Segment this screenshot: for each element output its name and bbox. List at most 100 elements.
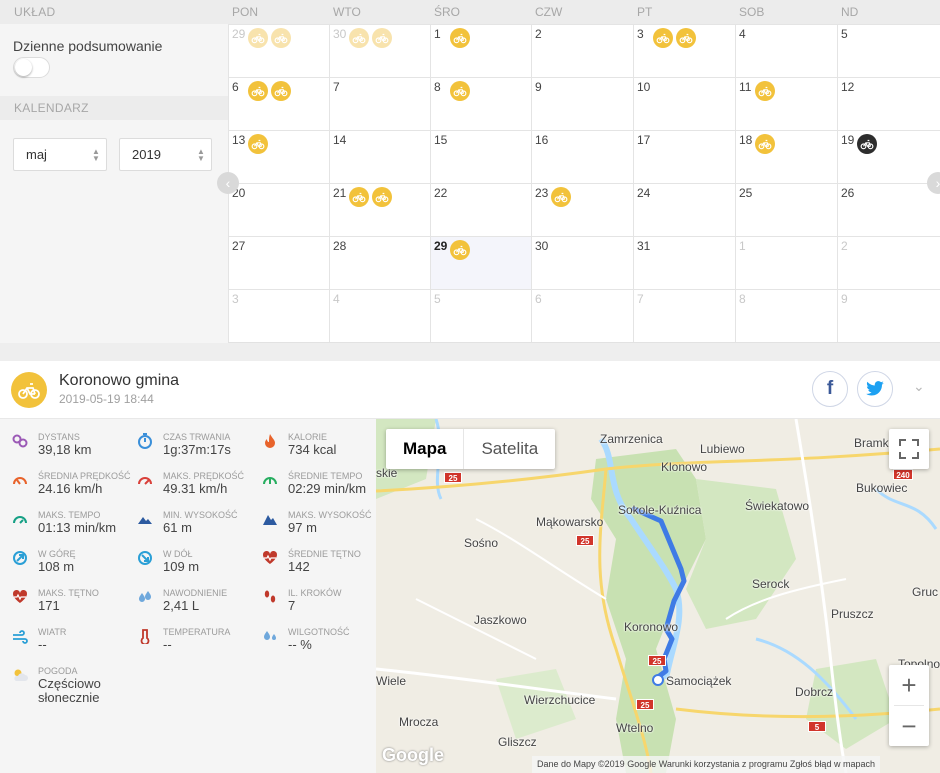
calendar-day-cell[interactable]: 2: [531, 24, 633, 77]
cycling-activity-icon[interactable]: [551, 187, 571, 207]
cycling-activity-icon[interactable]: [248, 81, 268, 101]
calendar-day-cell[interactable]: 16: [531, 130, 633, 183]
calendar-day-cell[interactable]: 8: [735, 289, 837, 342]
calendar-day-cell[interactable]: 2: [837, 236, 940, 289]
avg-heart-rate-icon: [262, 550, 278, 564]
day-number: 30: [333, 27, 347, 41]
calendar-day-cell[interactable]: 20: [228, 183, 329, 236]
calendar-day-cell[interactable]: 27: [228, 236, 329, 289]
calendar-day-cell[interactable]: 30: [329, 24, 430, 77]
day-number: 26: [841, 186, 855, 200]
cycling-activity-icon[interactable]: [450, 81, 470, 101]
month-select[interactable]: maj ▲ ▼: [13, 138, 107, 171]
previous-month-button[interactable]: ‹: [217, 172, 239, 194]
calendar-day-cell[interactable]: 21: [329, 183, 430, 236]
map-attribution[interactable]: Dane do Mapy ©2019 Google Warunki korzys…: [532, 756, 880, 773]
calendar-day-cell[interactable]: 5: [430, 289, 531, 342]
map-type-satellite-button[interactable]: Satelita: [464, 429, 555, 469]
year-select[interactable]: 2019 ▲ ▼: [119, 138, 212, 171]
activity-datetime: 2019-05-19 18:44: [59, 392, 154, 406]
calories-icon: [265, 434, 275, 448]
day-number: 1: [739, 239, 746, 253]
map-place-label: Mrocza: [399, 715, 439, 729]
day-number: 3: [637, 27, 644, 41]
calendar-day-cell[interactable]: 3: [228, 289, 329, 342]
calendar-day-cell[interactable]: 30: [531, 236, 633, 289]
hydration-icon: [139, 591, 151, 602]
road-sign: 25: [636, 699, 654, 710]
activity-panel: Koronowo gmina 2019-05-19 18:44 f ⌄ DYST…: [0, 361, 940, 773]
calendar-day-cell[interactable]: 15: [430, 130, 531, 183]
cycling-activity-icon[interactable]: [653, 28, 673, 48]
facebook-share-button[interactable]: f: [812, 371, 848, 407]
cycling-activity-icon[interactable]: [372, 28, 392, 48]
calendar-day-cell[interactable]: 8: [430, 77, 531, 130]
calendar-day-cell[interactable]: 26: [837, 183, 940, 236]
calendar-day-cell[interactable]: 6: [228, 77, 329, 130]
route-map[interactable]: Zamrzenica Lubiewo Bramk Klonowo Bukowie…: [376, 419, 940, 773]
calendar-day-cell[interactable]: 4: [329, 289, 430, 342]
calendar-day-cell[interactable]: 31: [633, 236, 735, 289]
cycling-activity-icon[interactable]: [857, 134, 877, 154]
calendar-day-cell[interactable]: 5: [837, 24, 940, 77]
stat-value: 7: [288, 598, 296, 613]
calendar-day-cell[interactable]: 6: [531, 289, 633, 342]
twitter-share-button[interactable]: [857, 371, 893, 407]
cycling-activity-icon[interactable]: [271, 81, 291, 101]
ascent-icon: [13, 551, 27, 565]
cycling-activity-icon[interactable]: [450, 240, 470, 260]
cycling-activity-icon[interactable]: [755, 134, 775, 154]
zoom-out-button[interactable]: −: [889, 706, 929, 746]
day-number: 9: [535, 80, 542, 94]
calendar-day-cell[interactable]: 17: [633, 130, 735, 183]
map-place-label: Bukowiec: [856, 481, 908, 495]
cycling-activity-icon[interactable]: [248, 134, 268, 154]
map-type-map-button[interactable]: Mapa: [386, 429, 465, 469]
calendar-day-cell[interactable]: 11: [735, 77, 837, 130]
calendar-day-cell[interactable]: 29: [430, 236, 531, 289]
calendar-day-cell[interactable]: 14: [329, 130, 430, 183]
fullscreen-button[interactable]: [889, 429, 929, 469]
cycling-activity-icon[interactable]: [248, 28, 268, 48]
calendar-day-cell[interactable]: 25: [735, 183, 837, 236]
stat-value: 734 kcal: [288, 442, 337, 457]
calendar-day-cell[interactable]: 10: [633, 77, 735, 130]
calendar-day-cell[interactable]: 9: [531, 77, 633, 130]
calendar-day-cell[interactable]: 3: [633, 24, 735, 77]
calendar-day-cell[interactable]: 7: [633, 289, 735, 342]
cycling-activity-icon[interactable]: [755, 81, 775, 101]
cycling-activity-icon[interactable]: [676, 28, 696, 48]
weekday-label: SOB: [739, 5, 765, 19]
calendar-day-cell[interactable]: 12: [837, 77, 940, 130]
calendar-day-cell[interactable]: 22: [430, 183, 531, 236]
stat-value: --: [163, 637, 172, 652]
calendar-day-cell[interactable]: 24: [633, 183, 735, 236]
calendar-day-cell[interactable]: 9: [837, 289, 940, 342]
cycling-activity-icon[interactable]: [349, 187, 369, 207]
calendar-day-cell[interactable]: 18: [735, 130, 837, 183]
calendar-day-cell[interactable]: 19: [837, 130, 940, 183]
cycling-activity-icon[interactable]: [372, 187, 392, 207]
cycling-activity-icon[interactable]: [271, 28, 291, 48]
calendar-day-cell[interactable]: 1: [735, 236, 837, 289]
calendar-day-cell[interactable]: 4: [735, 24, 837, 77]
calendar-day-cell[interactable]: 23: [531, 183, 633, 236]
zoom-control: + −: [889, 665, 929, 746]
stat-label: POGODA: [38, 666, 78, 676]
weekday-label: PON: [232, 5, 259, 19]
calendar-day-cell[interactable]: 1: [430, 24, 531, 77]
calendar-day-cell[interactable]: 13: [228, 130, 329, 183]
zoom-in-button[interactable]: +: [889, 665, 929, 705]
chevron-down-icon[interactable]: ⌄: [913, 378, 925, 395]
cycling-activity-icon[interactable]: [349, 28, 369, 48]
max-altitude-icon: [263, 515, 277, 525]
calendar-day-cell[interactable]: 28: [329, 236, 430, 289]
cycling-activity-icon[interactable]: [450, 28, 470, 48]
daily-summary-toggle[interactable]: [13, 57, 50, 78]
stat-label: ŚREDNIE TEMPO: [288, 471, 363, 481]
calendar-day-cell[interactable]: 7: [329, 77, 430, 130]
avg-speed-icon: [13, 477, 27, 485]
max-pace-icon: [13, 516, 27, 524]
calendar-day-cell[interactable]: 29: [228, 24, 329, 77]
stat-label: DYSTANS: [38, 432, 80, 442]
